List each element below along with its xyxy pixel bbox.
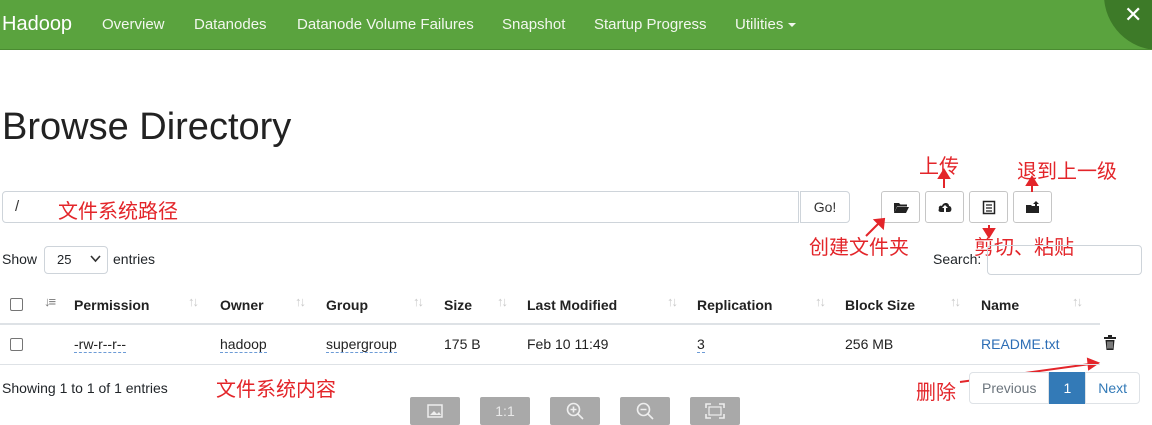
annotation-create-folder: 创建文件夹 [809, 235, 909, 259]
column-header-name[interactable]: Name [981, 297, 1019, 313]
top-navbar: Hadoop Overview Datanodes Datanode Volum… [0, 0, 1152, 50]
cell-group[interactable]: supergroup [326, 336, 397, 353]
length-show-label: Show [2, 251, 38, 267]
nav-datanode-volume-failures[interactable]: Datanode Volume Failures [297, 16, 474, 33]
annotation-fs-content: 文件系统内容 [216, 377, 336, 401]
caret-down-icon [788, 23, 797, 28]
table-info: Showing 1 to 1 of 1 entries [2, 380, 168, 396]
folder-icon [893, 202, 909, 213]
annotation-upload: 上传 [919, 154, 959, 178]
pagination-next[interactable]: Next [1085, 372, 1141, 404]
chevron-down-icon [90, 255, 101, 263]
column-header-replication[interactable]: Replication [697, 297, 772, 313]
upload-button[interactable] [925, 191, 964, 223]
annotation-go-up: 退到上一级 [1017, 159, 1117, 183]
sort-icon[interactable]: ↑↓ [497, 294, 508, 309]
cut-paste-button[interactable] [969, 191, 1008, 223]
zoom-in-icon [566, 402, 584, 420]
sort-icon[interactable]: ↑↓ [815, 294, 826, 309]
column-header-last-modified[interactable]: Last Modified [527, 297, 617, 313]
cell-name-link[interactable]: README.txt [981, 336, 1060, 352]
search-input[interactable] [987, 245, 1142, 275]
nav-overview[interactable]: Overview [102, 16, 165, 33]
nav-utilities-label: Utilities [735, 16, 784, 33]
trash-icon[interactable] [1104, 335, 1116, 350]
sort-icon[interactable]: ↑↓ [950, 294, 961, 309]
search-label: Search: [933, 251, 982, 267]
annotation-delete: 删除 [916, 380, 956, 404]
brand-link[interactable]: Hadoop [2, 13, 72, 36]
go-button[interactable]: Go! [800, 191, 850, 223]
table-row-divider [0, 364, 1100, 365]
row-checkbox[interactable] [10, 338, 23, 351]
length-entries-label: entries [113, 251, 156, 267]
cell-permission[interactable]: -rw-r--r-- [74, 336, 127, 353]
page-length-value: 25 [57, 252, 72, 267]
viewer-image-button[interactable] [410, 397, 460, 425]
nav-utilities[interactable]: Utilities [735, 16, 797, 33]
page-length-select[interactable]: 25 [44, 246, 108, 274]
pagination-page-1[interactable]: 1 [1049, 372, 1086, 404]
pagination: Previous 1 Next [969, 372, 1141, 404]
go-up-button[interactable] [1013, 191, 1052, 223]
clipboard-icon [982, 200, 995, 214]
viewer-fit-button[interactable] [690, 397, 740, 425]
url-hint [160, 0, 330, 3]
page-title: Browse Directory [2, 106, 292, 148]
cell-owner[interactable]: hadoop [220, 336, 267, 353]
cell-replication[interactable]: 3 [697, 336, 705, 353]
column-header-size[interactable]: Size [444, 297, 472, 313]
sort-icon[interactable]: ↑↓ [1072, 294, 1083, 309]
column-header-block-size[interactable]: Block Size [845, 297, 915, 313]
cell-last-modified: Feb 10 11:49 [527, 336, 609, 352]
create-folder-button[interactable] [881, 191, 920, 223]
table-header-divider [0, 323, 1100, 325]
column-header-owner[interactable]: Owner [220, 297, 264, 313]
column-header-group[interactable]: Group [326, 297, 368, 313]
viewer-zoom-out-button[interactable] [620, 397, 670, 425]
viewer-one-to-one-button[interactable]: 1:1 [480, 397, 530, 425]
fit-screen-icon [705, 403, 725, 419]
sort-icon[interactable]: ↑↓ [667, 294, 678, 309]
sort-icon[interactable]: ↑↓ [188, 294, 199, 309]
viewer-zoom-in-button[interactable] [550, 397, 600, 425]
select-all-checkbox[interactable] [10, 298, 23, 311]
zoom-out-icon [636, 402, 654, 420]
sort-icon[interactable]: ↑↓ [413, 294, 424, 309]
column-header-permission[interactable]: Permission [74, 297, 149, 313]
sort-icon[interactable]: ↓≡ [44, 294, 56, 309]
cell-size: 175 B [444, 336, 481, 352]
upload-icon [938, 202, 951, 212]
nav-snapshot[interactable]: Snapshot [502, 16, 565, 33]
folder-up-icon [1025, 200, 1039, 213]
pagination-previous[interactable]: Previous [969, 372, 1050, 404]
cell-block-size: 256 MB [845, 336, 894, 352]
nav-startup-progress[interactable]: Startup Progress [594, 16, 707, 33]
nav-datanodes[interactable]: Datanodes [194, 16, 267, 33]
image-icon [427, 404, 443, 418]
close-icon[interactable]: ✕ [1124, 2, 1142, 28]
annotation-path: 文件系统路径 [58, 199, 178, 223]
sort-icon[interactable]: ↑↓ [295, 294, 306, 309]
